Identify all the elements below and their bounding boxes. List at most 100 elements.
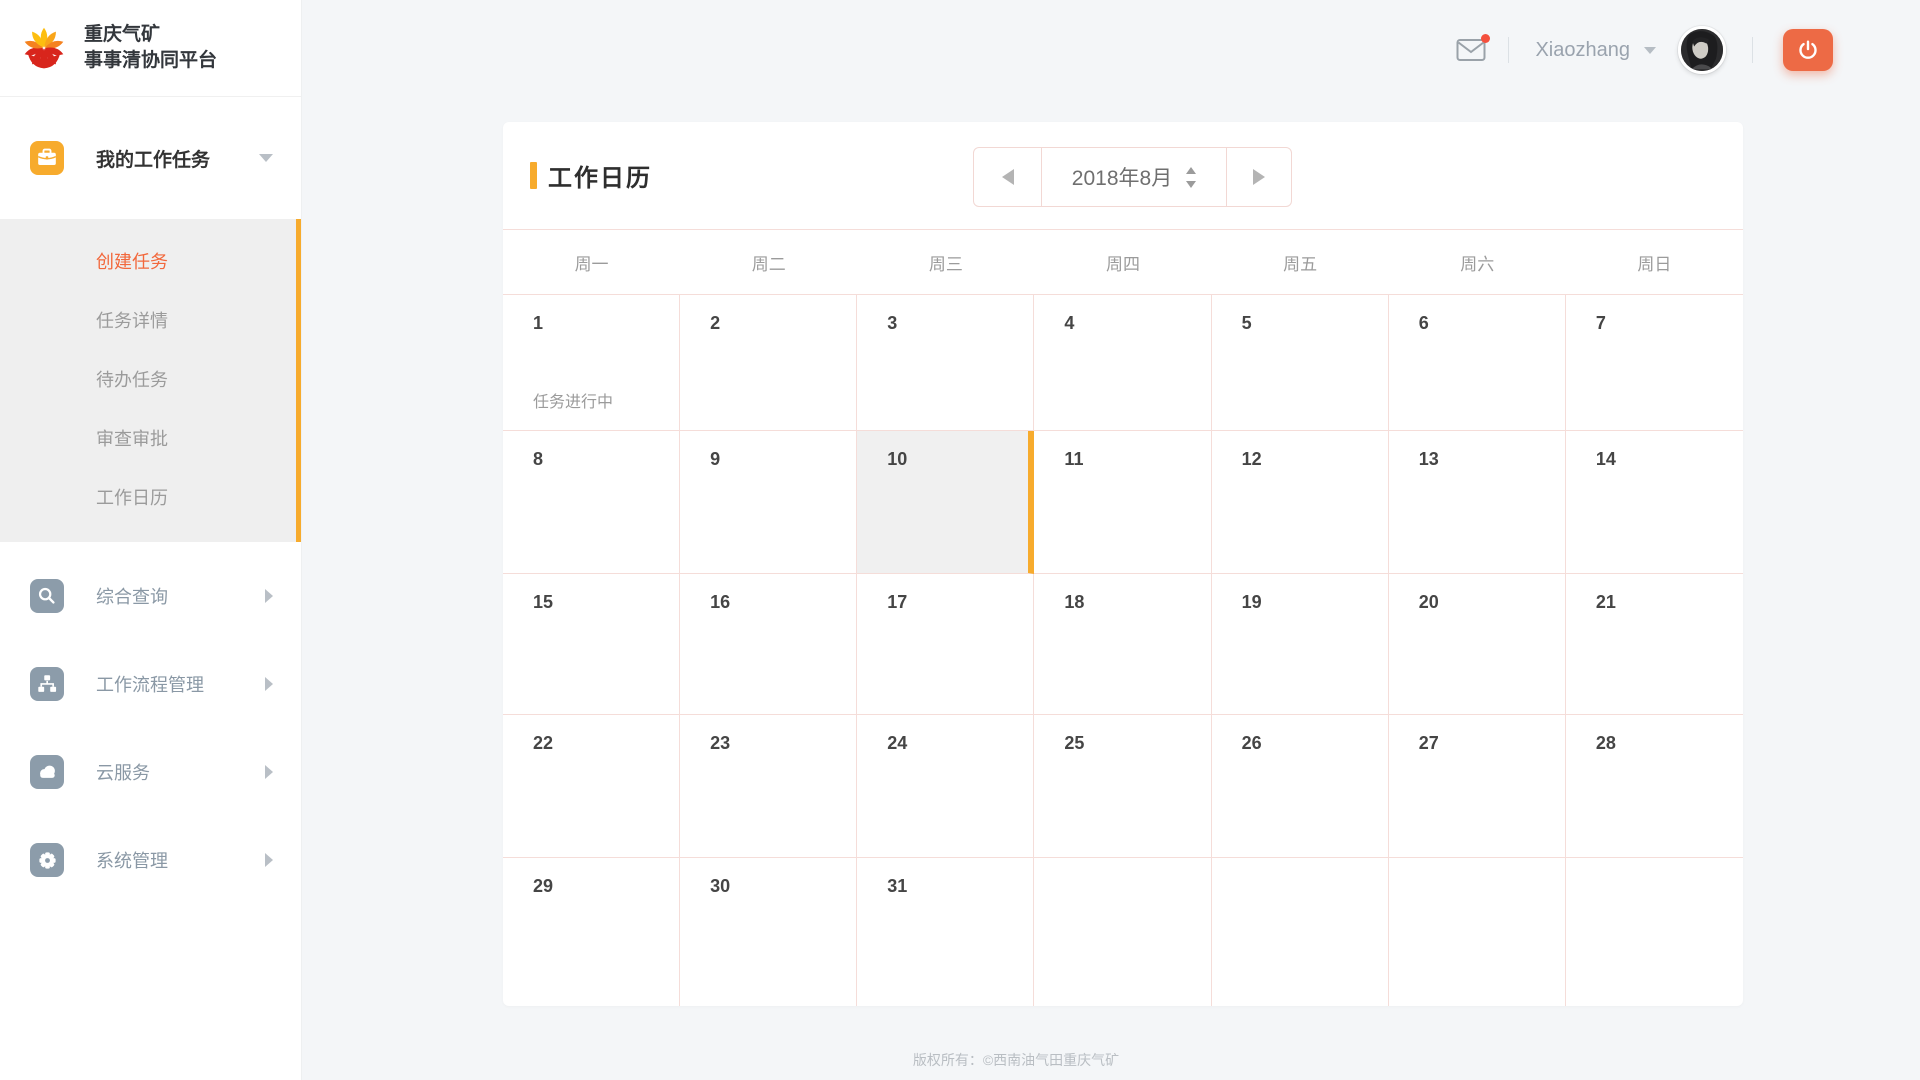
day-cell[interactable] [1389, 858, 1566, 1006]
topbar: Xiaozhang [302, 0, 1920, 100]
sidebar-section-item[interactable]: 工作流程管理 [0, 640, 301, 728]
day-cell[interactable] [1212, 858, 1389, 1006]
brand-title: 重庆气矿 事事清协同平台 [84, 22, 217, 74]
sidebar-submenu-item[interactable]: 待办任务 [0, 351, 296, 410]
day-cell[interactable]: 31 [857, 858, 1034, 1006]
day-number: 27 [1419, 733, 1439, 753]
day-number: 28 [1596, 733, 1616, 753]
chevron-right-icon [265, 765, 273, 779]
day-number: 30 [710, 876, 730, 896]
day-cell[interactable]: 20 [1389, 574, 1566, 715]
day-cell[interactable]: 11 [1034, 431, 1211, 574]
sidebar-submenu-item[interactable]: 任务详情 [0, 292, 296, 351]
title-marker [530, 162, 537, 189]
username[interactable]: Xiaozhang [1535, 39, 1630, 62]
day-number: 1 [533, 313, 543, 333]
divider [1752, 37, 1753, 63]
day-cell[interactable]: 5 [1212, 295, 1389, 431]
day-cell[interactable]: 17 [857, 574, 1034, 715]
day-cell[interactable]: 12 [1212, 431, 1389, 574]
copyright-text: 版权所有：©西南油气田重庆气矿 [913, 1052, 1119, 1068]
weekday-label: 周三 [857, 250, 1034, 275]
day-number: 7 [1596, 313, 1606, 333]
day-cell-today[interactable]: 10 [857, 431, 1034, 574]
sidebar-submenu-item[interactable]: 审查审批 [0, 410, 296, 469]
day-cell[interactable]: 1 任务进行中 [503, 295, 680, 431]
day-cell[interactable]: 9 [680, 431, 857, 574]
day-cell[interactable]: 15 [503, 574, 680, 715]
spinner-up-icon[interactable] [1186, 167, 1196, 174]
main-area: Xiaozhang 工作日历 [302, 0, 1920, 1080]
day-cell[interactable]: 25 [1034, 715, 1211, 858]
month-label: 2018年8月 [1072, 162, 1172, 192]
day-cell[interactable]: 2 [680, 295, 857, 431]
day-number: 14 [1596, 449, 1616, 469]
day-cell[interactable]: 24 [857, 715, 1034, 858]
user-menu-chevron-down-icon[interactable] [1644, 47, 1656, 54]
day-number: 4 [1064, 313, 1074, 333]
weekday-header: 周一周二周三周四周五周六周日 [503, 230, 1743, 295]
day-cell[interactable]: 16 [680, 574, 857, 715]
sidebar: 重庆气矿 事事清协同平台 我的工作任务 创建任务任务详情待办任务审查审批工作日历… [0, 0, 302, 1080]
sidebar-submenu-item[interactable]: 工作日历 [0, 469, 296, 528]
day-number: 5 [1242, 313, 1252, 333]
day-number: 6 [1419, 313, 1429, 333]
sidebar-submenu-item[interactable]: 创建任务 [0, 233, 296, 292]
day-number: 16 [710, 592, 730, 612]
chevron-down-icon [259, 154, 273, 162]
sidebar-section-item[interactable]: 综合查询 [0, 552, 301, 640]
day-cell[interactable]: 3 [857, 295, 1034, 431]
sidebar-section-item[interactable]: 系统管理 [0, 816, 301, 904]
sidebar-sections: 综合查询 工作流程管理 云服务 系统管理 [0, 542, 301, 904]
day-number: 10 [887, 449, 907, 469]
gear-icon [30, 843, 64, 877]
day-cell[interactable]: 13 [1389, 431, 1566, 574]
day-number: 24 [887, 733, 907, 753]
day-cell[interactable]: 6 [1389, 295, 1566, 431]
sidebar-group-my-tasks[interactable]: 我的工作任务 [0, 97, 301, 219]
company-logo-icon [18, 22, 70, 74]
day-cell[interactable]: 4 [1034, 295, 1211, 431]
day-number: 8 [533, 449, 543, 469]
avatar[interactable] [1678, 26, 1726, 74]
weekday-label: 周一 [503, 250, 680, 275]
sidebar-submenu: 创建任务任务详情待办任务审查审批工作日历 [0, 219, 301, 542]
day-cell[interactable]: 30 [680, 858, 857, 1006]
day-cell[interactable]: 7 [1566, 295, 1743, 431]
prev-month-button[interactable] [974, 148, 1041, 206]
day-number: 19 [1242, 592, 1262, 612]
day-cell[interactable]: 22 [503, 715, 680, 858]
sidebar-section-item[interactable]: 云服务 [0, 728, 301, 816]
month-spinner[interactable] [1186, 167, 1196, 188]
day-number: 18 [1064, 592, 1084, 612]
day-cell[interactable] [1566, 858, 1743, 1006]
sidebar-section-label: 综合查询 [96, 583, 168, 609]
day-cell[interactable] [1034, 858, 1211, 1006]
day-cell[interactable]: 14 [1566, 431, 1743, 574]
mail-icon[interactable] [1456, 38, 1486, 62]
sidebar-section-label: 系统管理 [96, 847, 168, 873]
day-cell[interactable]: 19 [1212, 574, 1389, 715]
weekday-label: 周五 [1212, 250, 1389, 275]
work-calendar-card: 工作日历 2018年8月 周一周二周三周四周五周六周日 1 任务进行中 23 4 5 [503, 122, 1743, 1006]
weekday-label: 周二 [680, 250, 857, 275]
logout-power-button[interactable] [1783, 29, 1833, 71]
day-cell[interactable]: 28 [1566, 715, 1743, 858]
day-cell[interactable]: 26 [1212, 715, 1389, 858]
chevron-right-icon [265, 853, 273, 867]
footer: 版权所有：©西南油气田重庆气矿 [302, 1050, 1730, 1070]
task-status-label[interactable]: 任务进行中 [533, 388, 613, 412]
day-cell[interactable]: 18 [1034, 574, 1211, 715]
day-cell[interactable]: 21 [1566, 574, 1743, 715]
calendar-title: 工作日历 [548, 158, 652, 193]
month-navigator: 2018年8月 [973, 147, 1292, 207]
day-cell[interactable]: 23 [680, 715, 857, 858]
brand-header: 重庆气矿 事事清协同平台 [0, 0, 301, 97]
day-number: 31 [887, 876, 907, 896]
day-cell[interactable]: 8 [503, 431, 680, 574]
spinner-down-icon[interactable] [1186, 181, 1196, 188]
day-cell[interactable]: 27 [1389, 715, 1566, 858]
day-cell[interactable]: 29 [503, 858, 680, 1006]
next-month-button[interactable] [1226, 148, 1291, 206]
brand-title-line1: 重庆气矿 [84, 22, 217, 48]
